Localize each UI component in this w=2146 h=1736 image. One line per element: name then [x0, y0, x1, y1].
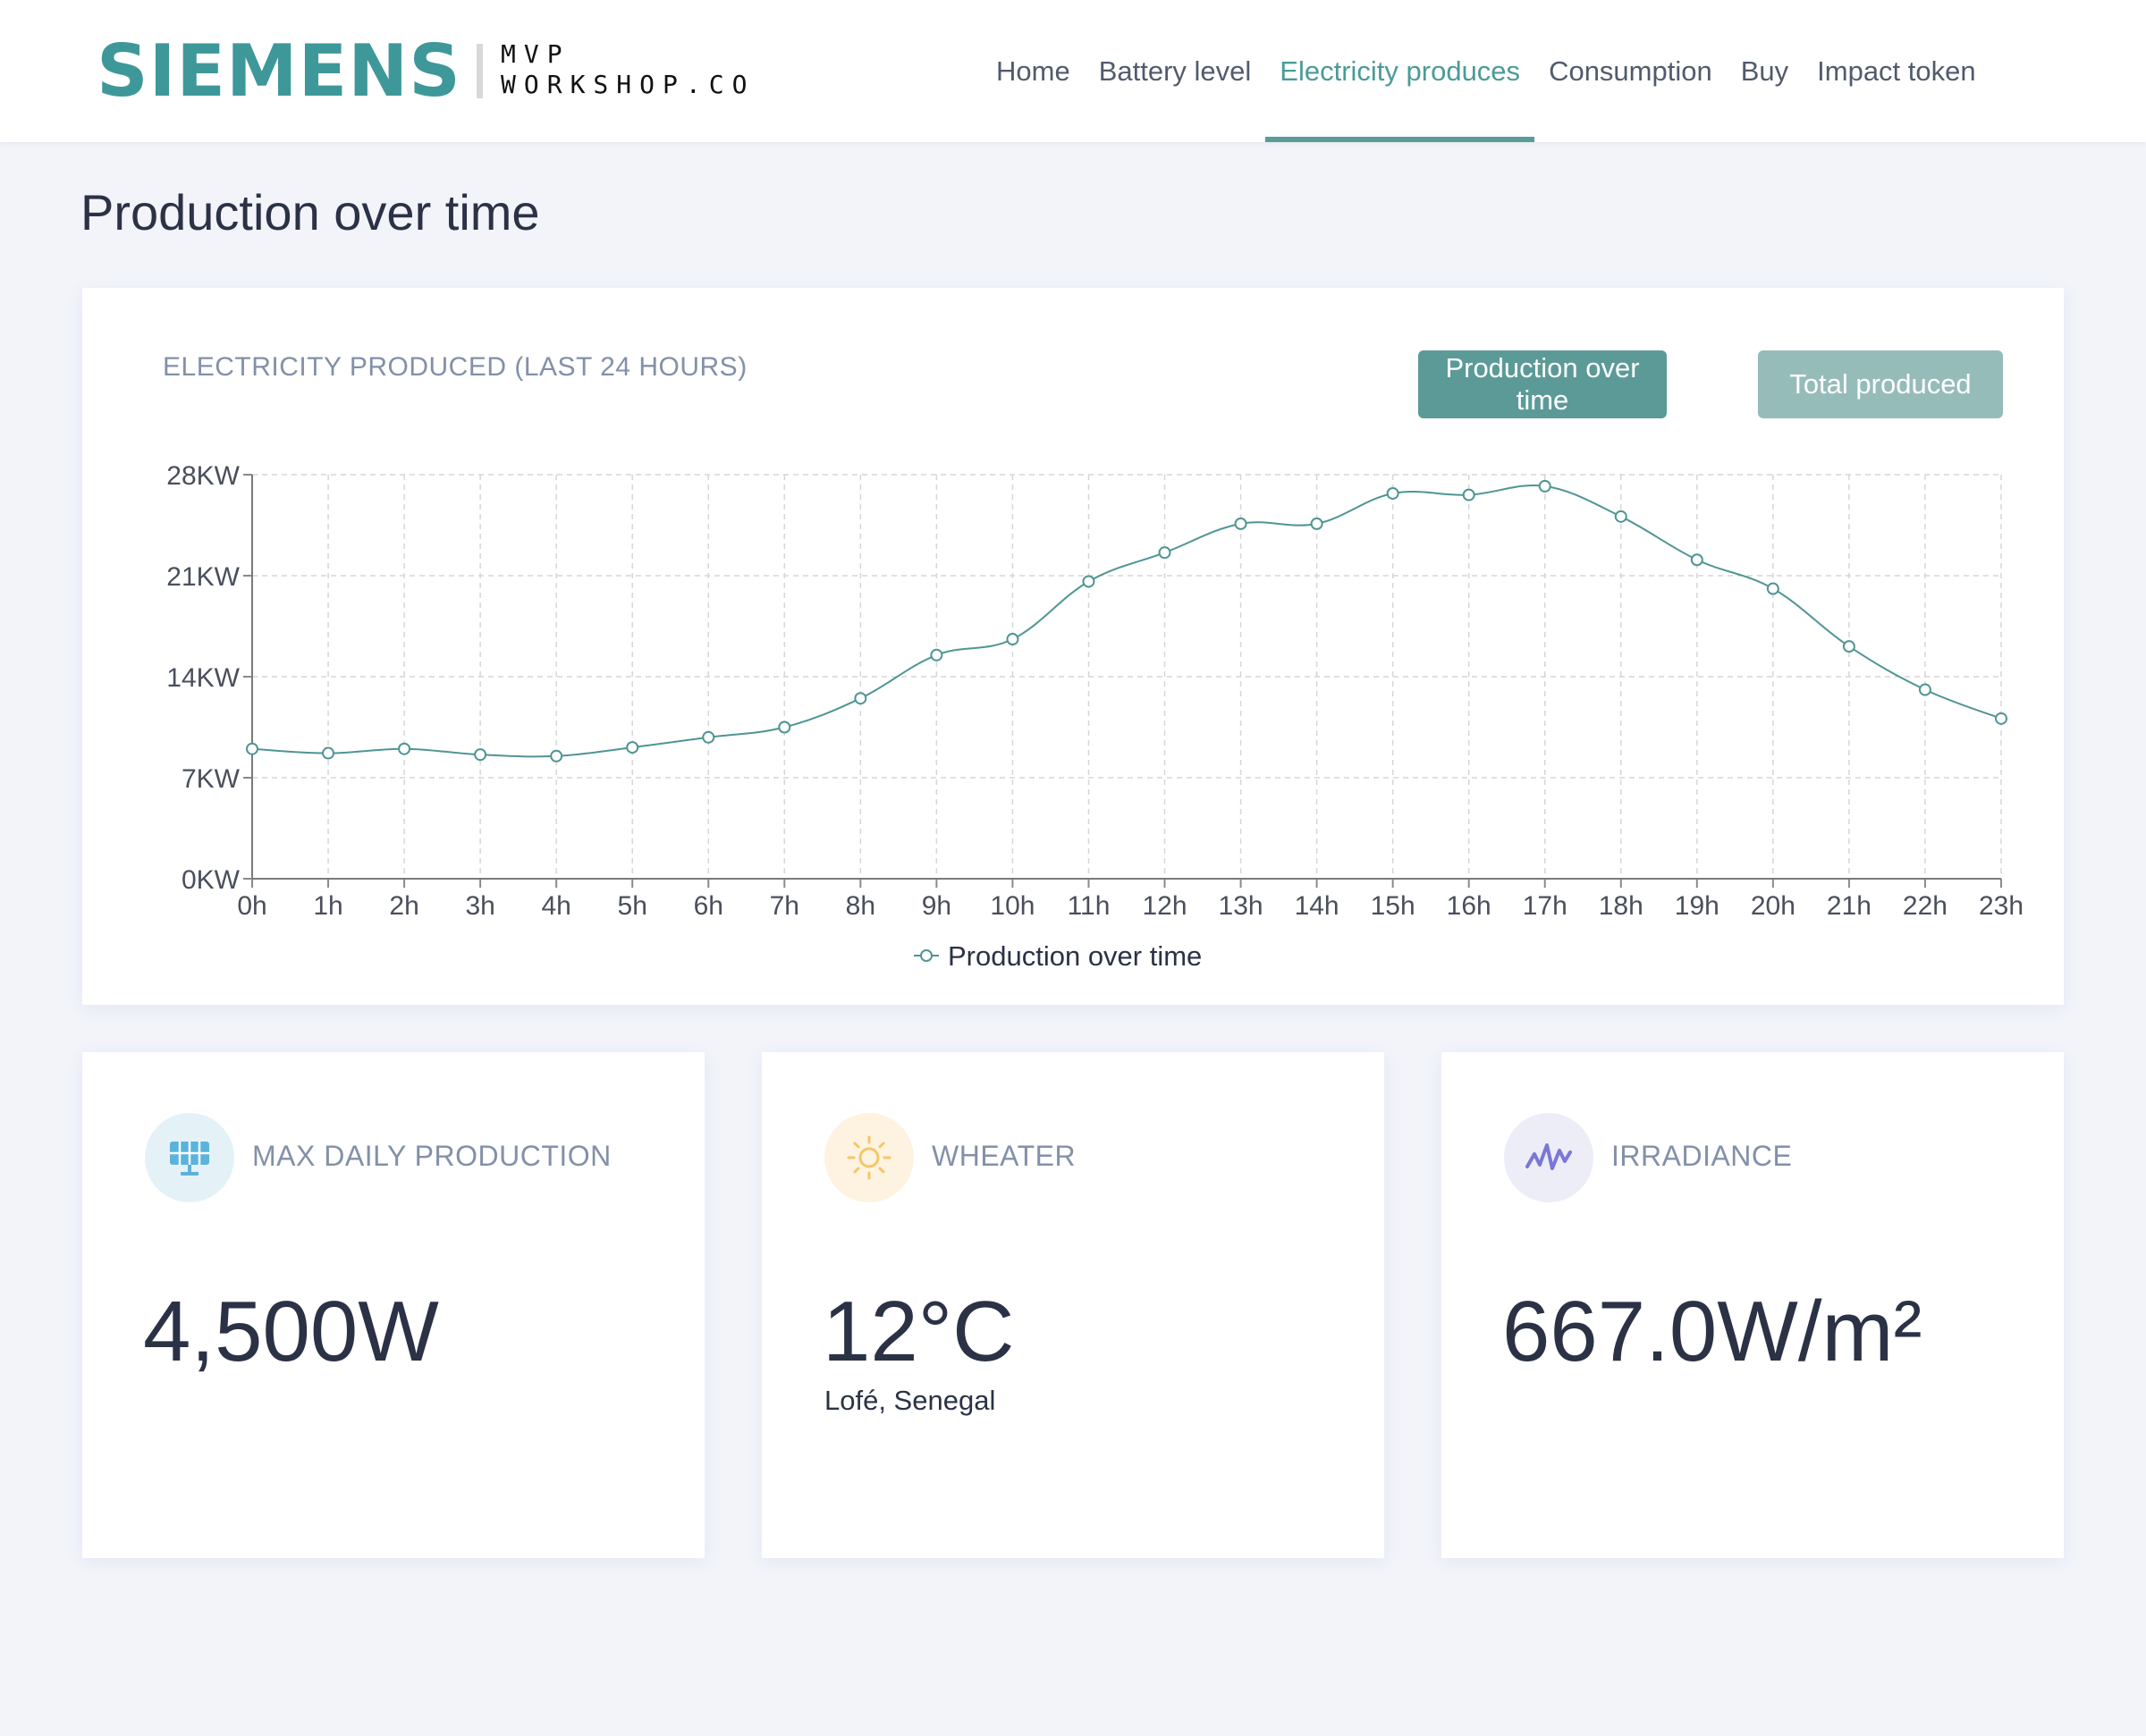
legend-marker	[920, 949, 933, 962]
page-title: Production over time	[80, 184, 540, 240]
data-point	[1842, 640, 1855, 653]
data-point	[1614, 510, 1627, 523]
y-tick-label: 0KW	[182, 865, 241, 895]
siemens-logo[interactable]: SIEMENS	[97, 27, 461, 116]
y-tick-label: 14KW	[166, 663, 240, 693]
data-point	[1766, 582, 1779, 595]
x-tick-label: 10h	[990, 891, 1035, 921]
sun-icon	[824, 1113, 914, 1202]
data-point	[1918, 683, 1931, 696]
stat-value: 4,500W	[143, 1284, 439, 1379]
data-point	[322, 746, 335, 760]
data-point	[1386, 486, 1399, 500]
x-tick-label: 22h	[1903, 891, 1947, 921]
x-tick-label: 12h	[1142, 891, 1187, 921]
logo-divider	[477, 44, 483, 98]
nav-electricity-produces[interactable]: Electricity produces	[1265, 0, 1534, 142]
stat-label: WHEATER	[932, 1140, 1077, 1172]
x-tick-label: 23h	[1979, 891, 2023, 921]
data-point	[1995, 712, 2007, 725]
mvp-logo-line1: MVP	[501, 39, 570, 69]
mvp-workshop-logo: MVP WORKSHOP.CO	[501, 39, 755, 100]
mvp-logo-line2: WORKSHOP.CO	[501, 70, 756, 99]
x-tick-label: 13h	[1219, 891, 1263, 921]
wave-icon	[1504, 1113, 1593, 1202]
legend-label: Production over time	[948, 940, 1202, 972]
stat-label: IRRADIANCE	[1611, 1140, 1793, 1172]
weather-card: WHEATER 12°C Lofé, Senegal	[762, 1052, 1384, 1558]
data-point	[930, 648, 943, 662]
x-tick-label: 8h	[846, 891, 875, 921]
x-tick-label: 6h	[694, 891, 723, 921]
max-daily-production-card: MAX DAILY PRODUCTION 4,500W	[82, 1052, 705, 1558]
production-line-chart[interactable]: 0h 1h 2h 3h 4h 5h 6h 7h 8h 9h 10h 11h 12h 13h 14h 15h 16…	[82, 288, 2064, 1005]
x-tick-label: 4h	[541, 891, 570, 921]
data-point	[474, 748, 487, 762]
weather-location: Lofé, Senegal	[824, 1385, 996, 1416]
x-tick-label: 17h	[1523, 891, 1567, 921]
x-tick-label: 14h	[1295, 891, 1339, 921]
data-point	[854, 692, 867, 705]
data-point	[626, 741, 639, 754]
series-line	[251, 485, 2002, 758]
top-header: SIEMENS MVP WORKSHOP.CO Home Battery lev…	[0, 0, 2146, 142]
stat-value: 12°C	[823, 1284, 1015, 1379]
data-point	[1690, 553, 1703, 567]
data-point	[1082, 575, 1095, 588]
x-tick-label: 3h	[465, 891, 494, 921]
nav-impact-token[interactable]: Impact token	[1803, 0, 1990, 142]
x-tick-label: 19h	[1675, 891, 1719, 921]
data-point	[398, 742, 411, 755]
x-tick-label: 9h	[922, 891, 951, 921]
x-tick-label: 7h	[770, 891, 799, 921]
data-point	[1158, 546, 1171, 560]
data-point	[702, 730, 715, 744]
irradiance-card: IRRADIANCE 667.0W/m²	[1441, 1052, 2064, 1558]
nav-consumption[interactable]: Consumption	[1534, 0, 1727, 142]
data-point	[1310, 517, 1323, 530]
x-tick-label: 20h	[1751, 891, 1795, 921]
x-tick-label: 1h	[313, 891, 342, 921]
nav-home[interactable]: Home	[982, 0, 1085, 142]
data-point	[550, 749, 563, 763]
x-tick-label: 16h	[1447, 891, 1491, 921]
x-tick-label: 18h	[1599, 891, 1643, 921]
x-tick-label: 5h	[618, 891, 647, 921]
data-point	[778, 721, 791, 734]
data-point	[246, 742, 258, 755]
nav-buy[interactable]: Buy	[1727, 0, 1803, 142]
y-tick-label: 21KW	[166, 562, 240, 592]
x-tick-label: 21h	[1827, 891, 1871, 921]
x-tick-label: 11h	[1068, 891, 1111, 921]
x-tick-label: 0h	[237, 891, 266, 921]
main-nav: Home Battery level Electricity produces …	[982, 0, 1990, 142]
chart-card: ELECTRICITY PRODUCED (LAST 24 HOURS) Pro…	[82, 288, 2064, 1005]
y-tick-label: 28KW	[166, 461, 240, 491]
stat-value: 667.0W/m²	[1502, 1284, 1922, 1379]
y-tick-label: 7KW	[182, 764, 241, 794]
data-point	[1538, 479, 1551, 493]
nav-battery-level[interactable]: Battery level	[1085, 0, 1266, 142]
stat-label: MAX DAILY PRODUCTION	[252, 1140, 612, 1172]
data-point	[1006, 633, 1019, 646]
x-tick-label: 15h	[1371, 891, 1415, 921]
solar-panel-icon	[145, 1113, 234, 1202]
data-point	[1462, 488, 1475, 501]
data-point	[1234, 517, 1247, 530]
x-tick-label: 2h	[389, 891, 418, 921]
